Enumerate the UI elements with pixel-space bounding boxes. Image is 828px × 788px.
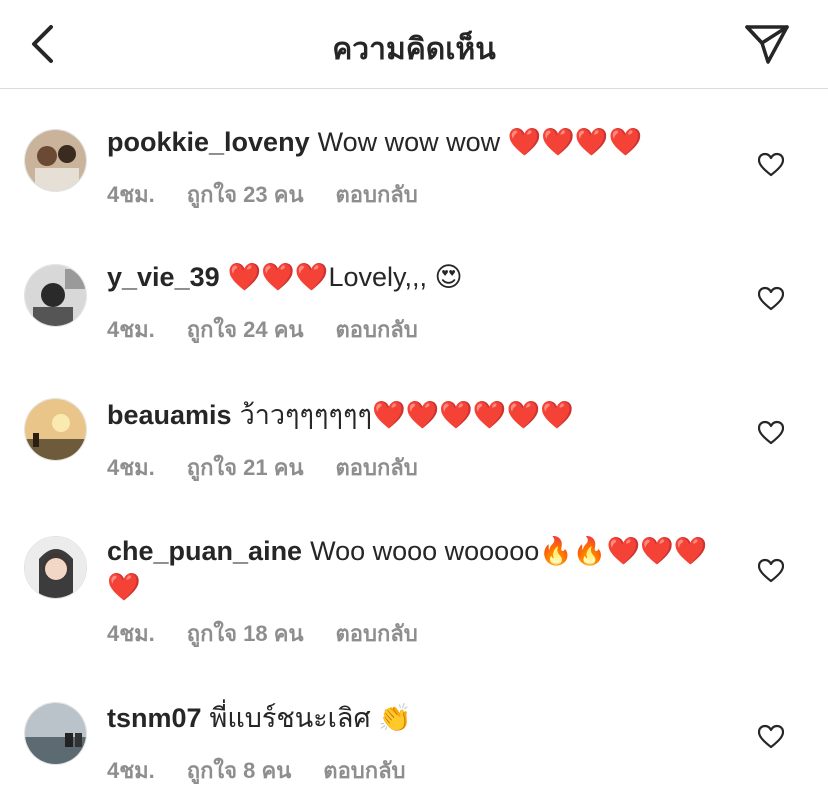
comment-likes[interactable]: ถูกใจ 8 คน bbox=[187, 753, 292, 788]
comment-username[interactable]: tsnm07 bbox=[107, 703, 202, 733]
comment-meta: 4ชม. ถูกใจ 23 คน ตอบกลับ bbox=[107, 177, 418, 212]
comment-username[interactable]: pookkie_loveny bbox=[107, 127, 310, 157]
avatar[interactable] bbox=[24, 536, 87, 599]
comment-meta: 4ชม. ถูกใจ 21 คน ตอบกลับ bbox=[107, 450, 418, 485]
avatar[interactable] bbox=[24, 129, 87, 192]
comment-text: tsnm07 พี่แบร์ชนะเลิศ 👏 bbox=[107, 700, 718, 736]
comment-time: 4ชม. bbox=[107, 758, 155, 783]
heart-icon[interactable] bbox=[758, 152, 784, 178]
comment-username[interactable]: beauamis bbox=[107, 400, 232, 430]
comment-text: pookkie_loveny Wow wow wow ❤️❤️❤️❤️ bbox=[107, 124, 718, 160]
comment-likes[interactable]: ถูกใจ 21 คน bbox=[187, 450, 304, 485]
comment-time: 4ชม. bbox=[107, 455, 155, 480]
comment-username[interactable]: che_puan_aine bbox=[107, 536, 302, 566]
comment-likes[interactable]: ถูกใจ 23 คน bbox=[187, 177, 304, 212]
comment-username[interactable]: y_vie_39 bbox=[107, 262, 220, 292]
reply-button[interactable]: ตอบกลับ bbox=[323, 753, 405, 788]
comment-likes[interactable]: ถูกใจ 18 คน bbox=[187, 616, 304, 651]
comment-time: 4ชม. bbox=[107, 621, 155, 646]
avatar[interactable] bbox=[24, 398, 87, 461]
reply-button[interactable]: ตอบกลับ bbox=[336, 312, 418, 347]
comment-likes[interactable]: ถูกใจ 24 คน bbox=[187, 312, 304, 347]
reply-button[interactable]: ตอบกลับ bbox=[336, 616, 418, 651]
comment-body: ว้าวๆๆๆๆๆๆ❤️❤️❤️❤️❤️❤️ bbox=[239, 400, 574, 430]
comment-text: beauamis ว้าวๆๆๆๆๆๆ❤️❤️❤️❤️❤️❤️ bbox=[107, 397, 718, 433]
heart-icon[interactable] bbox=[758, 558, 784, 584]
comment-text: che_puan_aine Woo wooo wooooo🔥🔥❤️❤️❤️❤️ bbox=[107, 533, 718, 605]
comment-body: พี่แบร์ชนะเลิศ 👏 bbox=[209, 703, 412, 733]
comment-time: 4ชม. bbox=[107, 182, 155, 207]
reply-button[interactable]: ตอบกลับ bbox=[336, 177, 418, 212]
comment-meta: 4ชม. ถูกใจ 18 คน ตอบกลับ bbox=[107, 616, 418, 651]
avatar[interactable] bbox=[24, 702, 87, 765]
heart-icon[interactable] bbox=[758, 286, 784, 312]
comment-text: y_vie_39 ❤️❤️❤️Lovely,,, 😍 bbox=[107, 259, 718, 295]
heart-icon[interactable] bbox=[758, 724, 784, 750]
avatar[interactable] bbox=[24, 264, 87, 327]
comment-time: 4ชม. bbox=[107, 317, 155, 342]
header: ความคิดเห็น bbox=[0, 0, 828, 89]
comment-meta: 4ชม. ถูกใจ 24 คน ตอบกลับ bbox=[107, 312, 418, 347]
reply-button[interactable]: ตอบกลับ bbox=[336, 450, 418, 485]
page-title: ความคิดเห็น bbox=[332, 33, 496, 66]
heart-icon[interactable] bbox=[758, 420, 784, 446]
comment-body: Wow wow wow ❤️❤️❤️❤️ bbox=[317, 127, 643, 157]
share-button[interactable] bbox=[742, 22, 792, 66]
comment-meta: 4ชม. ถูกใจ 8 คน ตอบกลับ bbox=[107, 753, 406, 788]
paper-plane-icon bbox=[745, 25, 789, 64]
comment-body: ❤️❤️❤️Lovely,,, 😍 bbox=[227, 262, 463, 292]
